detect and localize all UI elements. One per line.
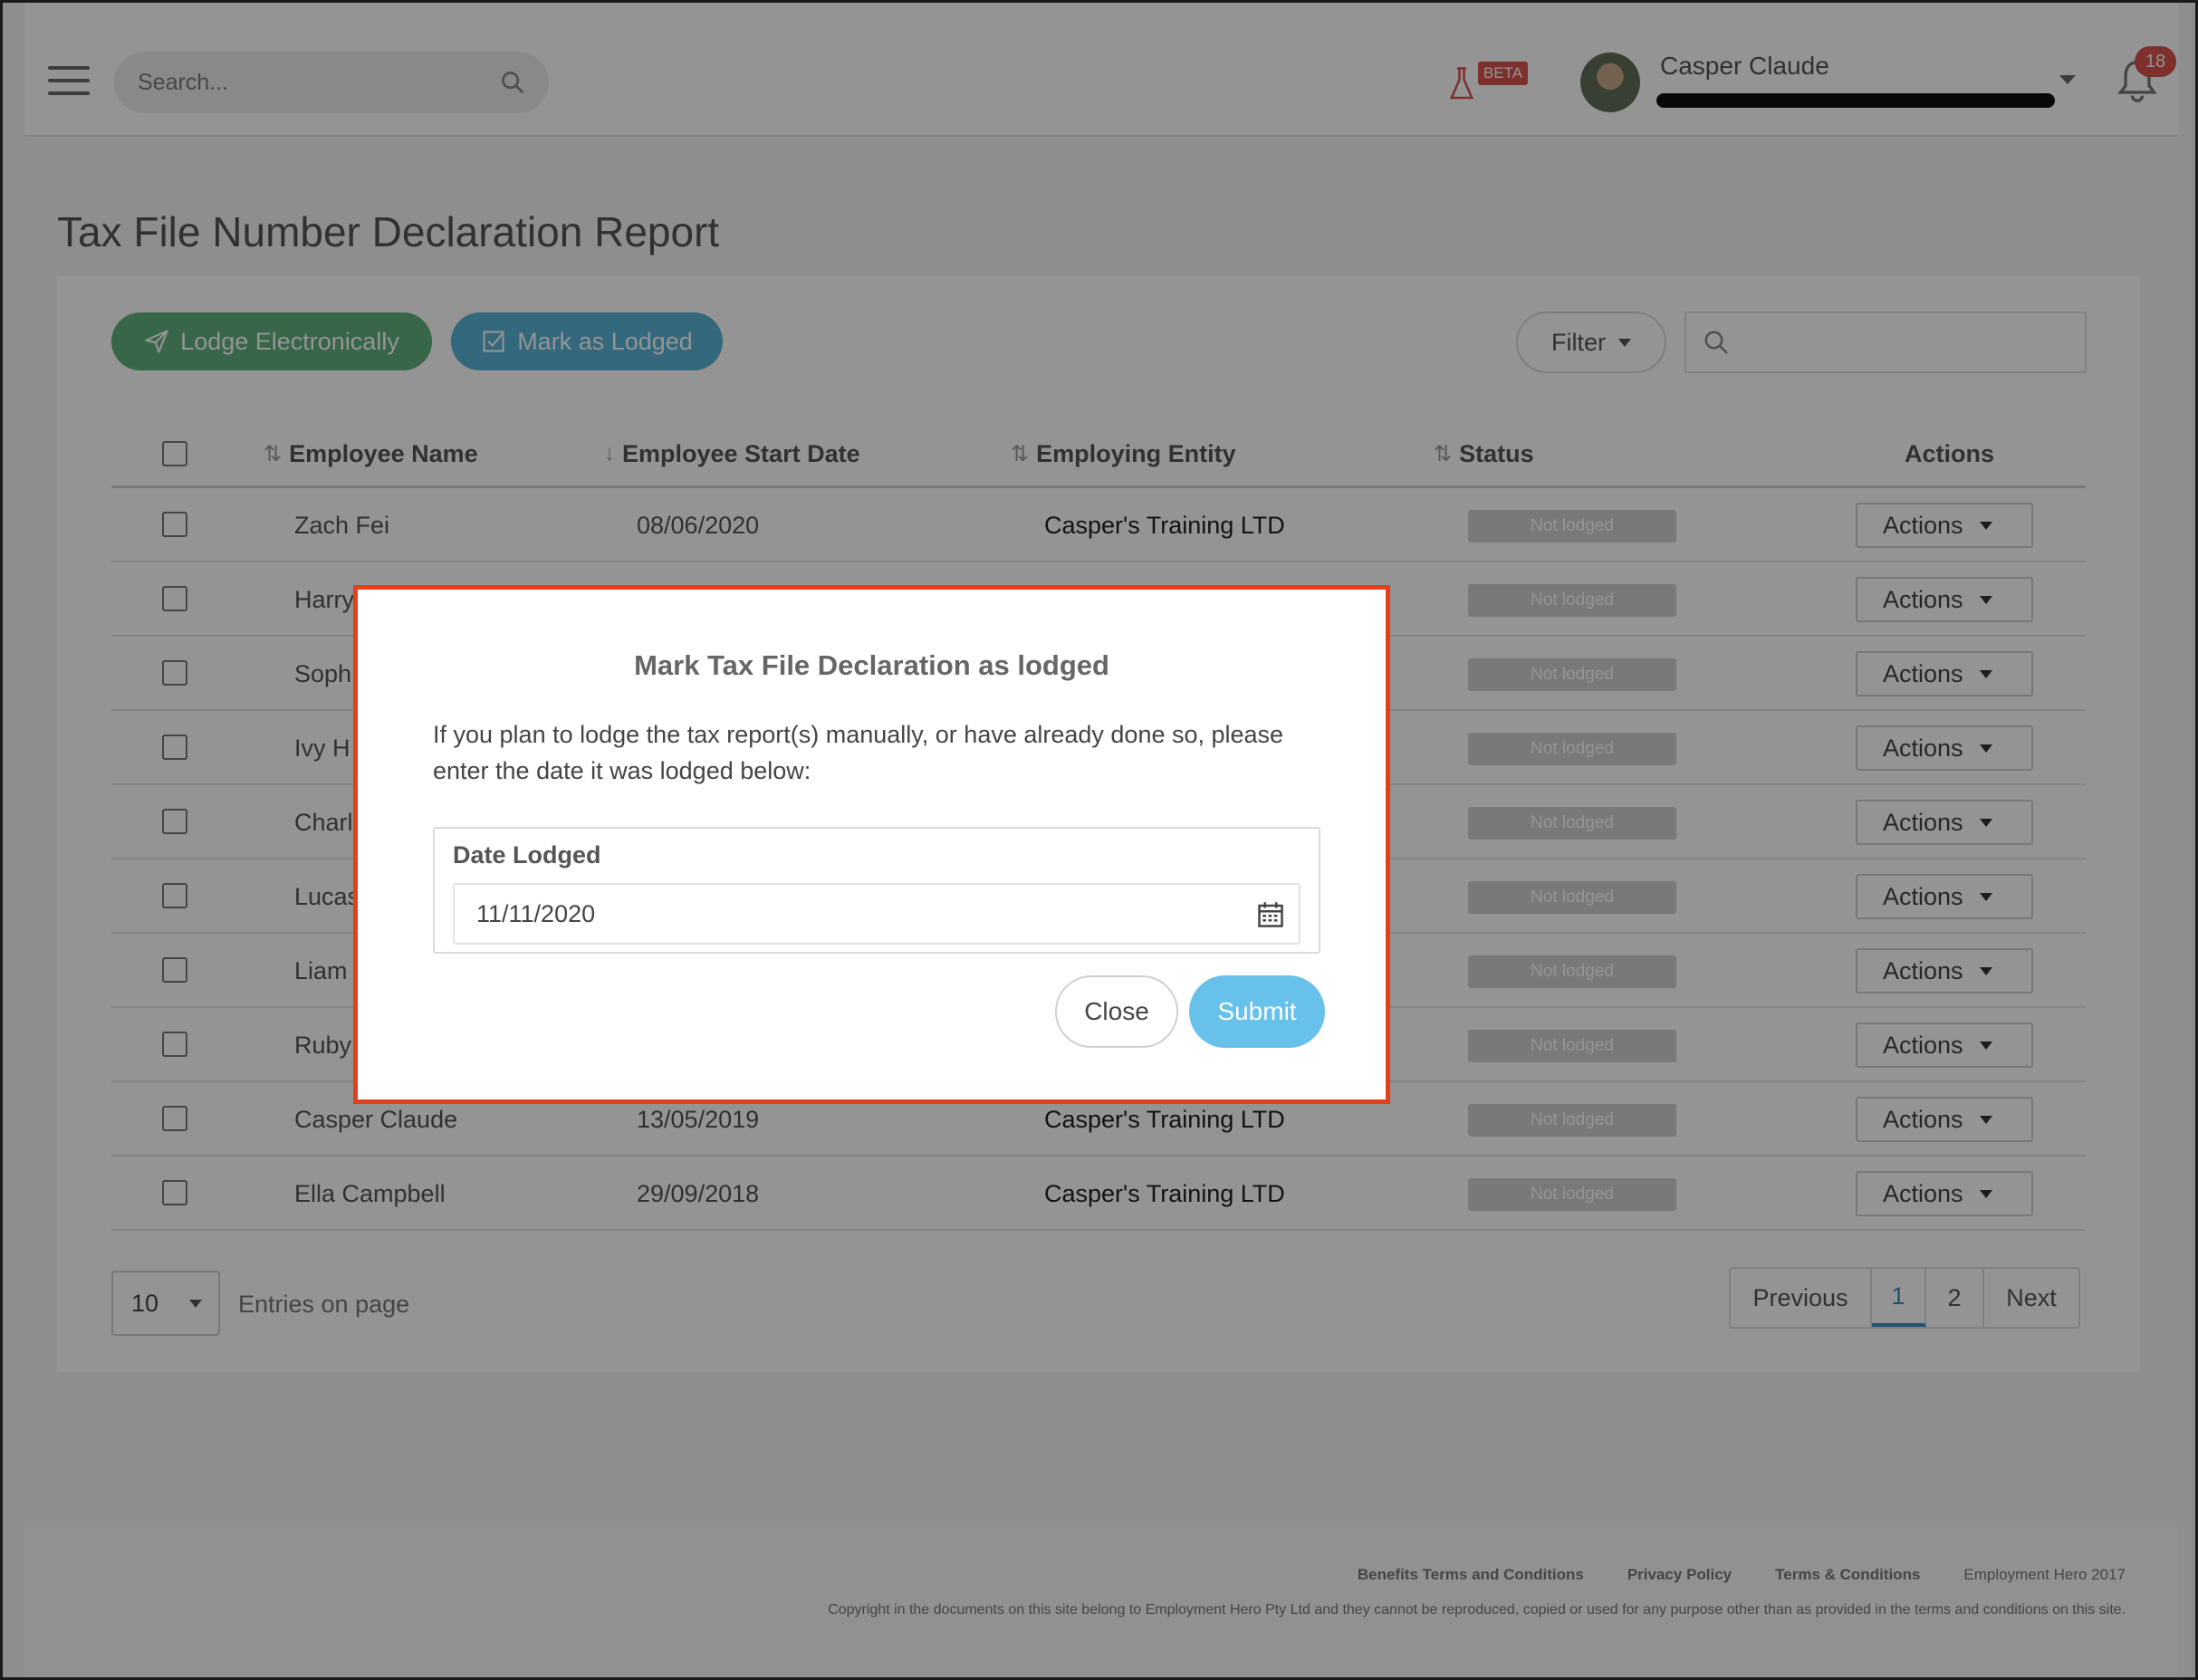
modal-body-text: If you plan to lodge the tax report(s) m… — [433, 721, 1284, 784]
date-lodged-value: 11/11/2020 — [476, 899, 596, 927]
app-window: Search... BETA Casper Claude 18 Tax File… — [0, 0, 2198, 1680]
submit-button[interactable]: Submit — [1189, 975, 1325, 1048]
calendar-icon[interactable] — [1257, 901, 1284, 928]
date-lodged-input[interactable]: 11/11/2020 — [453, 883, 1301, 945]
mark-lodged-modal: Mark Tax File Declaration as lodged If y… — [353, 585, 1390, 1104]
modal-title: Mark Tax File Declaration as lodged — [634, 649, 1109, 681]
date-lodged-field: Date Lodged 11/11/2020 — [433, 827, 1320, 954]
close-button[interactable]: Close — [1055, 975, 1178, 1048]
date-lodged-label: Date Lodged — [453, 841, 601, 869]
